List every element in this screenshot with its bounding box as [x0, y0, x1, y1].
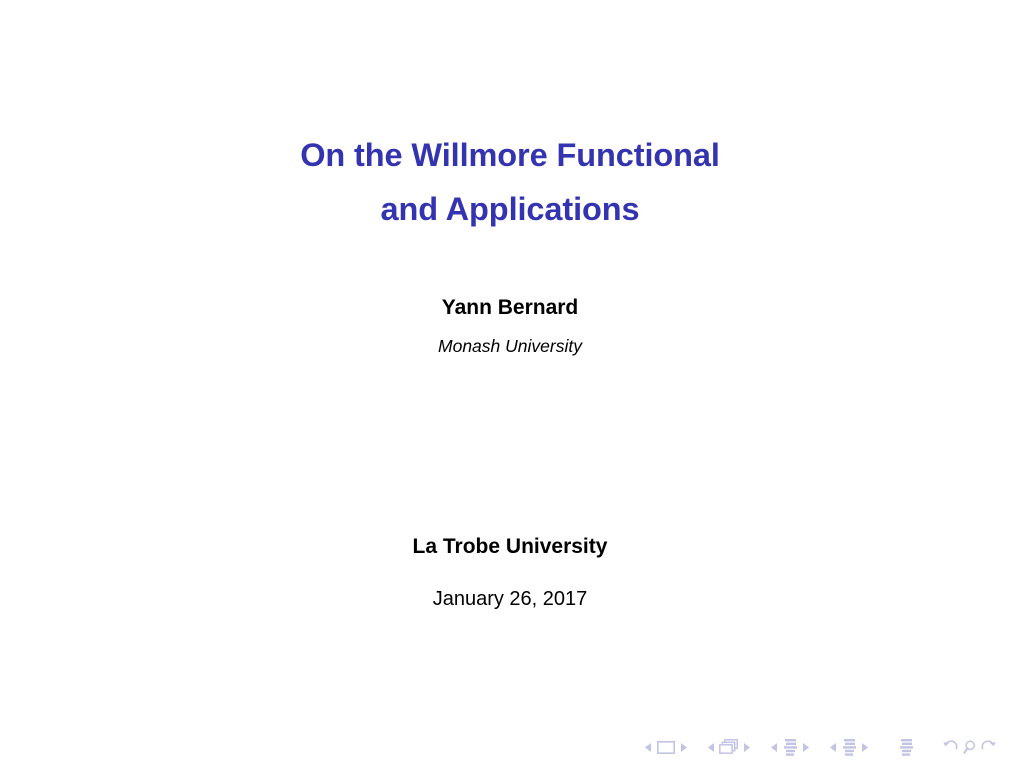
back-arrow-icon[interactable]	[941, 737, 960, 757]
forward-arrow-icon[interactable]	[979, 737, 998, 757]
author-affiliation: Monash University	[438, 336, 582, 356]
triangle-left-icon[interactable]	[768, 737, 781, 757]
frames-stack-icon[interactable]	[718, 737, 740, 757]
author-name: Yann Bernard	[441, 296, 579, 319]
triangle-right-icon[interactable]	[740, 737, 753, 757]
page-title-line-1: On the Willmore Functional	[300, 137, 720, 173]
nav-group-section	[827, 737, 871, 757]
document-lines-icon[interactable]	[897, 737, 915, 757]
subsection-lines-icon[interactable]	[781, 737, 799, 757]
venue-name: La Trobe University	[412, 535, 608, 558]
triangle-right-icon[interactable]	[677, 737, 690, 757]
author-block: Yann Bernard Monash University	[0, 292, 1020, 361]
triangle-left-icon[interactable]	[705, 737, 718, 757]
title-block: On the Willmore Functional and Applicati…	[0, 128, 1020, 236]
beamer-navigation-bar	[642, 734, 998, 760]
nav-group-frame	[705, 737, 753, 757]
section-lines-icon[interactable]	[840, 737, 858, 757]
nav-group-slide	[642, 737, 690, 757]
triangle-left-icon[interactable]	[642, 737, 655, 757]
venue-block: La Trobe University January 26, 2017	[0, 531, 1020, 615]
slide-canvas: On the Willmore Functional and Applicati…	[0, 0, 1020, 764]
search-icon[interactable]	[960, 737, 979, 757]
nav-group-history	[941, 737, 998, 757]
venue-date: January 26, 2017	[432, 588, 588, 610]
nav-group-subsection	[768, 737, 812, 757]
page-title-line-2: and Applications	[380, 191, 640, 227]
triangle-right-icon[interactable]	[799, 737, 812, 757]
triangle-left-icon[interactable]	[827, 737, 840, 757]
triangle-right-icon[interactable]	[858, 737, 871, 757]
frame-icon[interactable]	[655, 737, 677, 757]
nav-group-document	[897, 737, 915, 757]
